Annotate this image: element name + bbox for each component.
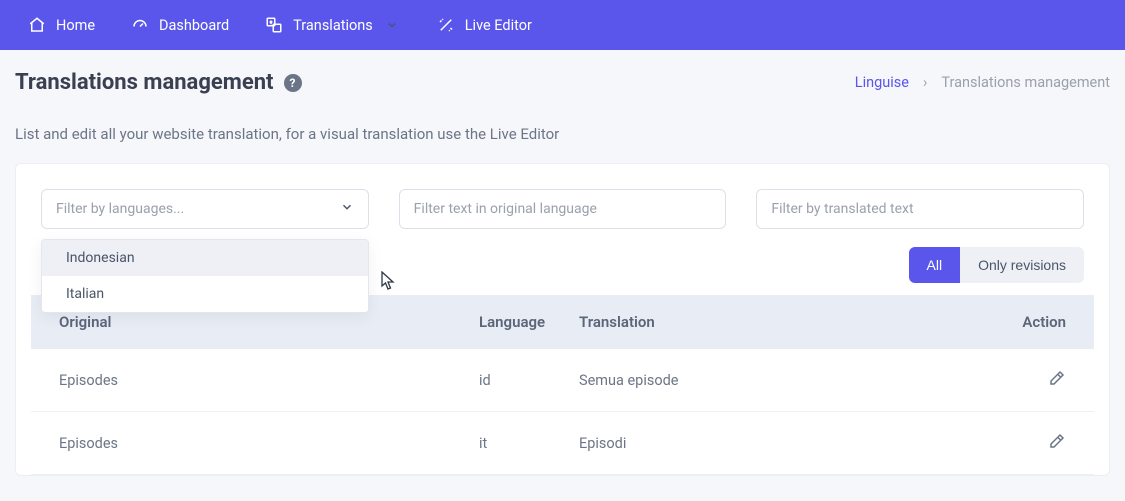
language-filter-wrap: Filter by languages... Indonesian Italia… xyxy=(41,189,369,229)
edit-action[interactable] xyxy=(1006,369,1066,391)
table-row: Episodes id Semua episode xyxy=(31,349,1094,412)
page-title: Translations management ? xyxy=(15,70,302,95)
nav-home-label: Home xyxy=(56,17,95,34)
nav-translations-label: Translations xyxy=(293,17,373,34)
cell-original: Episodes xyxy=(59,372,479,389)
cell-translation: Episodi xyxy=(579,435,1006,452)
language-dropdown: Indonesian Italian xyxy=(41,239,369,313)
col-header-translation: Translation xyxy=(579,313,1006,331)
toggle-revisions-button[interactable]: Only revisions xyxy=(960,247,1084,283)
filter-row: Filter by languages... Indonesian Italia… xyxy=(41,189,1084,229)
breadcrumb-separator: › xyxy=(923,74,927,91)
table-row: Episodes it Episodi xyxy=(31,412,1094,475)
nav-live-editor-label: Live Editor xyxy=(465,17,532,34)
nav-translations[interactable]: Translations xyxy=(247,0,419,50)
help-icon[interactable]: ? xyxy=(284,74,302,92)
translated-filter-wrap xyxy=(756,189,1084,229)
nav-home[interactable]: Home xyxy=(10,0,113,50)
original-text-filter-input[interactable] xyxy=(399,189,727,229)
cell-translation: Semua episode xyxy=(579,372,1006,389)
nav-dashboard-label: Dashboard xyxy=(159,17,229,34)
cell-language: id xyxy=(479,372,579,389)
dropdown-option[interactable]: Indonesian xyxy=(42,240,368,276)
breadcrumb: Linguise › Translations management xyxy=(855,74,1110,91)
cell-language: it xyxy=(479,435,579,452)
toggle-all-button[interactable]: All xyxy=(909,247,961,283)
translations-panel: Filter by languages... Indonesian Italia… xyxy=(15,163,1110,476)
nav-live-editor[interactable]: Live Editor xyxy=(419,0,550,50)
edit-action[interactable] xyxy=(1006,432,1066,454)
col-header-original: Original xyxy=(59,313,479,331)
translations-table: Original Language Translation Action Epi… xyxy=(31,295,1094,475)
home-icon xyxy=(28,16,46,34)
breadcrumb-current: Translations management xyxy=(941,74,1110,91)
page-title-text: Translations management xyxy=(15,70,274,95)
nav-dashboard[interactable]: Dashboard xyxy=(113,0,247,50)
revision-toggle-group: All Only revisions xyxy=(909,247,1084,283)
gauge-icon xyxy=(131,16,149,34)
page-subtitle: List and edit all your website translati… xyxy=(15,125,1110,143)
translate-icon xyxy=(265,16,283,34)
translated-text-filter-input[interactable] xyxy=(756,189,1084,229)
language-filter-select[interactable]: Filter by languages... xyxy=(41,189,369,229)
chevron-down-icon xyxy=(340,200,354,218)
chevron-down-icon xyxy=(383,16,401,34)
col-header-language: Language xyxy=(479,313,579,331)
cell-original: Episodes xyxy=(59,435,479,452)
top-navbar: Home Dashboard Translations Live Editor xyxy=(0,0,1125,50)
original-filter-wrap xyxy=(399,189,727,229)
page-header-row: Translations management ? Linguise › Tra… xyxy=(15,70,1110,95)
magic-wand-icon xyxy=(437,16,455,34)
dropdown-option[interactable]: Italian xyxy=(42,276,368,312)
page-content: Translations management ? Linguise › Tra… xyxy=(0,50,1125,476)
breadcrumb-link[interactable]: Linguise xyxy=(855,74,909,91)
col-header-action: Action xyxy=(1006,313,1066,331)
language-filter-placeholder: Filter by languages... xyxy=(56,201,184,217)
